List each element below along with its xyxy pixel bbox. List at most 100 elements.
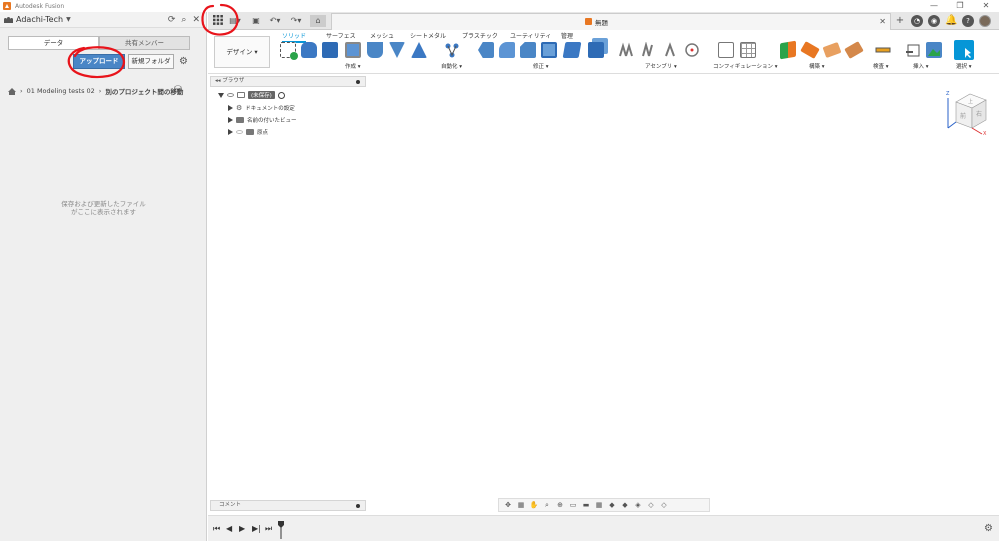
midplane-icon[interactable] — [844, 41, 864, 59]
view-top-icon[interactable]: ◈ — [633, 501, 643, 510]
redo-icon[interactable]: ↷▾ — [287, 15, 305, 27]
comments-add-icon[interactable] — [356, 504, 360, 508]
home-icon[interactable] — [8, 87, 16, 95]
upload-button[interactable]: アップロード — [73, 54, 125, 69]
activate-radio-icon[interactable] — [277, 91, 285, 99]
grid-menu-icon[interactable] — [212, 15, 224, 27]
timeline-marker[interactable] — [278, 521, 284, 539]
search-icon[interactable]: ⌕ — [181, 14, 186, 26]
tab-data[interactable]: データ — [8, 36, 99, 50]
tangent-plane-icon[interactable] — [822, 42, 842, 58]
scale-icon[interactable] — [588, 42, 604, 58]
minimize-button[interactable]: — — [921, 0, 947, 12]
close-tab-icon[interactable]: ✕ — [879, 17, 886, 26]
gear-icon[interactable]: ⚙ — [179, 56, 188, 67]
insert-derive-icon[interactable] — [905, 42, 921, 58]
browser-pin-icon[interactable] — [356, 80, 360, 84]
configuration-table-icon[interactable] — [740, 42, 756, 58]
step-forward-icon[interactable]: ▶| — [252, 524, 261, 533]
expand-icon[interactable] — [228, 117, 233, 123]
extrude-icon[interactable] — [301, 42, 317, 58]
grid-settings-icon[interactable]: ▦ — [594, 501, 604, 510]
job-status-icon[interactable]: ◉ — [928, 15, 940, 27]
tab-mesh[interactable]: メッシュ — [370, 31, 394, 40]
expand-icon[interactable] — [228, 105, 233, 111]
tab-shared-members[interactable]: 共有メンバー — [99, 36, 190, 50]
refresh-icon[interactable]: ⟳ — [168, 14, 176, 26]
expand-icon[interactable] — [228, 129, 233, 135]
create-sketch-icon[interactable] — [280, 42, 298, 60]
save-icon[interactable]: ▣ — [250, 15, 262, 27]
breadcrumb-parent[interactable]: 01 Modeling tests 02 — [27, 87, 95, 95]
insert-canvas-icon[interactable] — [926, 42, 942, 58]
view-home-icon[interactable]: ◆ — [607, 501, 617, 510]
gear-icon[interactable]: ⚙ — [984, 523, 993, 534]
browser-header[interactable]: ◂◂ ブラウザ — [210, 76, 366, 87]
notifications-icon[interactable]: 🔔 — [945, 15, 957, 27]
new-folder-button[interactable]: 新規フォルダ — [128, 54, 174, 69]
viewcube[interactable]: 上 前 右 Z X — [946, 84, 992, 136]
view-front-icon[interactable]: ◆ — [620, 501, 630, 510]
project-info-icon[interactable]: ⛁ — [174, 85, 182, 95]
tab-surface[interactable]: サーフェス — [326, 31, 356, 40]
breadcrumb-project[interactable]: 別のプロジェクト間の移動 — [105, 86, 183, 96]
select-group-label[interactable]: 選択 ▾ — [956, 62, 972, 70]
tree-row-named-views[interactable]: 名前の付いたビュー — [228, 115, 297, 125]
create-group-label[interactable]: 作成 ▾ — [345, 62, 361, 70]
display-settings-icon[interactable]: ▭ — [568, 501, 578, 510]
expand-icon[interactable] — [218, 92, 224, 98]
assemble-group-label[interactable]: アセンブリ ▾ — [645, 62, 677, 70]
help-icon[interactable]: ? — [962, 15, 974, 27]
go-to-end-icon[interactable]: ⏭ — [265, 524, 272, 534]
pyramid-icon[interactable] — [411, 42, 427, 58]
tree-row-root[interactable]: (未保存) — [218, 90, 285, 100]
select-icon[interactable] — [954, 40, 974, 60]
hole-icon[interactable] — [345, 42, 361, 58]
loft-icon[interactable] — [389, 42, 405, 58]
go-to-start-icon[interactable]: ⏮ — [213, 524, 220, 534]
tab-sheet-metal[interactable]: シートメタル — [410, 31, 446, 40]
step-back-icon[interactable]: ◀ — [226, 524, 232, 533]
offset-plane-icon[interactable] — [780, 40, 796, 60]
motion-link-icon[interactable] — [684, 42, 700, 58]
press-pull-icon[interactable] — [478, 42, 494, 58]
look-at-icon[interactable]: ▦ — [516, 501, 526, 510]
zoom-window-icon[interactable]: ⌕ — [542, 501, 552, 510]
automate-icon[interactable] — [444, 42, 460, 58]
workspace-switcher[interactable]: デザイン ▾ — [214, 36, 270, 68]
home-tab-icon[interactable]: ⌂ — [310, 15, 326, 27]
play-icon[interactable]: ▶ — [239, 524, 245, 533]
chamfer-icon[interactable] — [520, 42, 536, 58]
inspect-group-label[interactable]: 検査 ▾ — [873, 62, 889, 70]
configuration-group-label[interactable]: コンフィギュレーション ▾ — [713, 62, 778, 70]
insert-group-label[interactable]: 挿入 ▾ — [913, 62, 929, 70]
undo-icon[interactable]: ↶▾ — [266, 15, 284, 27]
close-panel-icon[interactable]: ✕ — [192, 14, 200, 26]
document-tab[interactable]: 無題 ✕ — [331, 13, 891, 30]
pan-icon[interactable]: ✋ — [529, 501, 539, 510]
extensions-icon[interactable]: ◔ — [911, 15, 923, 27]
fillet-icon[interactable] — [499, 42, 515, 58]
avatar[interactable] — [979, 15, 991, 27]
eye-icon[interactable] — [236, 130, 243, 134]
draft-icon[interactable] — [562, 42, 582, 58]
joint-icon[interactable] — [640, 41, 656, 58]
automate-group-label[interactable]: 自動化 ▾ — [441, 62, 462, 70]
comments-panel[interactable]: コメント — [210, 500, 366, 511]
tree-row-document-settings[interactable]: ⚙ ドキュメントの設定 — [228, 103, 295, 113]
view-right-icon[interactable]: ◇ — [646, 501, 656, 510]
eye-icon[interactable] — [227, 93, 234, 97]
file-menu-icon[interactable]: ▤▾ — [228, 15, 242, 27]
restore-button[interactable]: ❐ — [947, 0, 973, 12]
configure-icon[interactable] — [718, 42, 734, 58]
new-component-icon[interactable] — [618, 42, 634, 58]
visual-style-icon[interactable]: ▬ — [581, 501, 591, 510]
tab-utilities[interactable]: ユーティリティ — [510, 31, 551, 40]
view-iso-icon[interactable]: ◇ — [659, 501, 669, 510]
new-tab-icon[interactable]: + — [894, 15, 906, 27]
plane-at-angle-icon[interactable] — [800, 41, 820, 59]
construct-group-label[interactable]: 構築 ▾ — [809, 62, 825, 70]
orbit-icon[interactable]: ✥ — [503, 501, 513, 510]
modify-group-label[interactable]: 修正 ▾ — [533, 62, 549, 70]
close-window-button[interactable]: ✕ — [973, 0, 999, 12]
